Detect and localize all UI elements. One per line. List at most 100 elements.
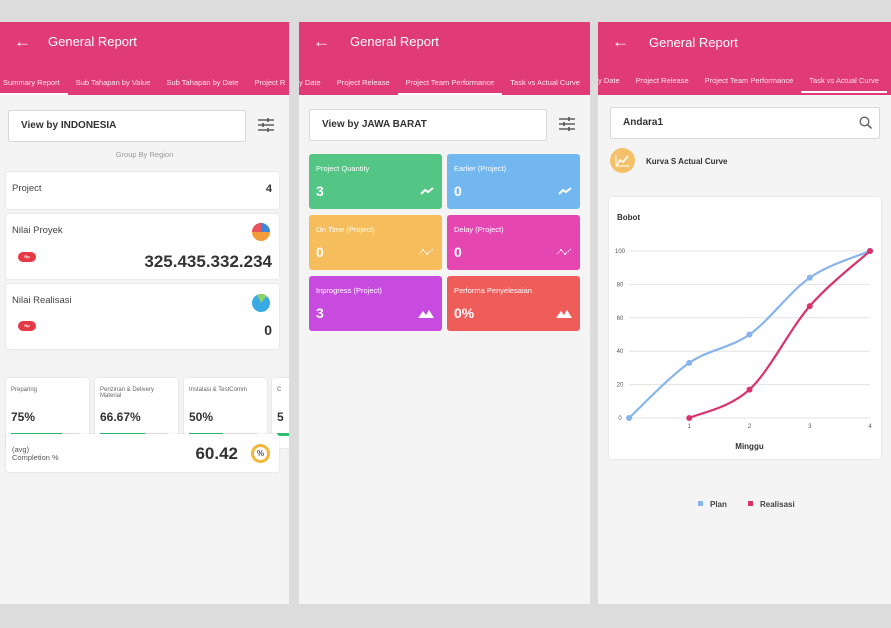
rupiah-badge: Rp — [18, 321, 36, 331]
stage-value: 50% — [189, 410, 214, 424]
stage-label: Instalasi & TestComm — [189, 387, 247, 393]
region-selector[interactable]: View by JAWA BARAT — [309, 109, 547, 141]
tile-value: 0 — [454, 244, 462, 260]
tab-project-team-performance[interactable]: Project Team Performance — [397, 74, 503, 95]
legend-realisasi-label: Realisasi — [760, 500, 795, 509]
y-tick-label: 60 — [617, 316, 624, 322]
y-tick-label: 40 — [617, 349, 624, 355]
nilai-realisasi-label: Nilai Realisasi — [12, 295, 72, 306]
nilai-proyek-label: Nilai Proyek — [12, 225, 63, 236]
y-tick-label: 20 — [617, 383, 624, 389]
mountain-icon — [418, 310, 434, 318]
tile-label: Inprogress (Project) — [316, 286, 382, 295]
stage-value: 66.67% — [100, 410, 141, 424]
legend-realisasi-swatch — [748, 501, 753, 506]
tab-by-date[interactable]: y Date — [299, 74, 329, 95]
project-count-card[interactable]: Project 4 — [6, 172, 279, 209]
percent-icon: % — [251, 444, 270, 463]
summary-report-screen: ← General Report Summary Report Sub Taha… — [0, 22, 289, 604]
x-tick-label: 4 — [868, 424, 872, 430]
stage-label: C — [277, 387, 282, 393]
filter-settings-icon[interactable] — [258, 118, 274, 132]
nilai-realisasi-card[interactable]: Nilai Realisasi Rp 0 — [6, 284, 279, 349]
tile-label: Earlier (Project) — [454, 164, 507, 173]
back-arrow-icon[interactable]: ← — [612, 32, 629, 52]
tile-earlier-project[interactable]: Earlier (Project) 0 — [447, 154, 580, 209]
data-point-plan — [626, 415, 632, 421]
legend-plan-label: Plan — [710, 500, 727, 509]
app-bar: ← General Report y Date Project Release … — [299, 22, 590, 95]
filter-settings-icon[interactable] — [559, 117, 575, 131]
completion-card[interactable]: (avg) Completion % 60.42 % — [6, 434, 279, 472]
nilai-proyek-value: 325.435.332.234 — [144, 252, 272, 271]
nilai-proyek-card[interactable]: Nilai Proyek Rp 325.435.332.234 — [6, 214, 279, 279]
group-by-label: Group By Region — [115, 150, 174, 159]
region-selector[interactable]: View by INDONESIA — [8, 110, 246, 142]
tile-inprogress-project[interactable]: Inprogress (Project) 3 — [309, 276, 442, 331]
data-point-plan — [806, 274, 813, 281]
tab-project-team-performance[interactable]: Project Team Performance — [697, 72, 802, 93]
x-axis-label: Minggu — [735, 442, 764, 451]
tile-delay-project[interactable]: Delay (Project) 0 — [447, 215, 580, 270]
curve-title: Kurva S Actual Curve — [646, 157, 728, 166]
completion-label: Completion % — [12, 453, 59, 462]
y-tick-label: 100 — [615, 249, 626, 255]
tab-sub-tahapan-value[interactable]: Sub Tahapan by Value — [68, 74, 159, 95]
completion-value: 60.42 — [195, 444, 238, 463]
tile-label: On Time (Project) — [316, 225, 375, 234]
data-point-plan — [746, 331, 753, 338]
tab-task-vs-actual-curve[interactable]: Task vs Actual Curve — [801, 72, 887, 93]
stage-label: Perizinan & Delivery Material — [100, 387, 155, 399]
page-title: General Report — [48, 34, 137, 49]
s-curve-chart-card: Bobot 0 20 40 60 80 100 1 2 3 4 Minggu — [609, 197, 881, 459]
data-point-realisasi — [867, 248, 873, 254]
actual-curve-screen: ← General Report y Date Project Release … — [598, 22, 891, 604]
tab-bar: y Date Project Release Project Team Perf… — [299, 74, 590, 95]
legend-plan-swatch — [698, 501, 703, 506]
page-title: General Report — [350, 34, 439, 49]
app-bar: ← General Report Summary Report Sub Taha… — [0, 22, 289, 95]
rupiah-badge: Rp — [18, 252, 36, 262]
tile-value: 0 — [454, 183, 462, 199]
tab-by-date[interactable]: y Date — [598, 72, 628, 93]
tab-sub-tahapan-date[interactable]: Sub Tahapan by Date — [158, 74, 246, 95]
tile-label: Project Quantity — [316, 164, 370, 173]
tile-value: 0 — [316, 244, 324, 260]
tab-summary-report[interactable]: Summary Report — [0, 74, 68, 95]
legend-realisasi: Realisasi — [748, 500, 795, 509]
back-arrow-icon[interactable]: ← — [313, 32, 330, 52]
tab-project-release[interactable]: Project Release — [628, 72, 697, 93]
stage-value: 5 — [277, 410, 284, 424]
tile-project-quantity[interactable]: Project Quantity 3 — [309, 154, 442, 209]
project-count: 4 — [265, 183, 272, 195]
back-arrow-icon[interactable]: ← — [14, 32, 31, 52]
app-bar: ← General Report y Date Project Release … — [598, 22, 891, 95]
tile-value: 3 — [316, 305, 324, 321]
pie-chart-icon — [252, 223, 270, 241]
stage-value: 75% — [11, 410, 36, 424]
y-tick-label: 80 — [617, 282, 624, 288]
stage-label: Preparing — [11, 387, 38, 393]
project-label: Project — [12, 183, 42, 194]
project-search-input[interactable]: Andara1 — [610, 107, 880, 139]
trend-line-icon — [418, 248, 434, 255]
data-point-realisasi — [686, 415, 693, 421]
x-tick-label: 1 — [688, 424, 692, 430]
curve-chart-icon — [610, 148, 635, 173]
tab-project-release[interactable]: Project Release — [329, 74, 398, 95]
search-icon[interactable] — [859, 116, 872, 129]
tile-on-time-project[interactable]: On Time (Project) 0 — [309, 215, 442, 270]
tile-label: Delay (Project) — [454, 225, 504, 234]
trend-line-icon — [556, 248, 572, 255]
tab-task-vs-actual-curve[interactable]: Task vs Actual Curve — [502, 74, 588, 95]
trend-up-icon — [420, 187, 434, 195]
tab-bar: Summary Report Sub Tahapan by Value Sub … — [0, 74, 289, 95]
data-point-plan — [686, 359, 693, 366]
pie-chart-icon — [252, 293, 270, 312]
trend-up-icon — [558, 187, 572, 195]
s-curve-chart: Bobot 0 20 40 60 80 100 1 2 3 4 Minggu — [615, 213, 873, 451]
data-point-realisasi — [746, 386, 753, 393]
nilai-realisasi-value: 0 — [264, 322, 272, 338]
tab-project-release[interactable]: Project R — [247, 74, 290, 95]
tile-performa-penyelesaian[interactable]: Performa Penyelesaian 0% — [447, 276, 580, 331]
